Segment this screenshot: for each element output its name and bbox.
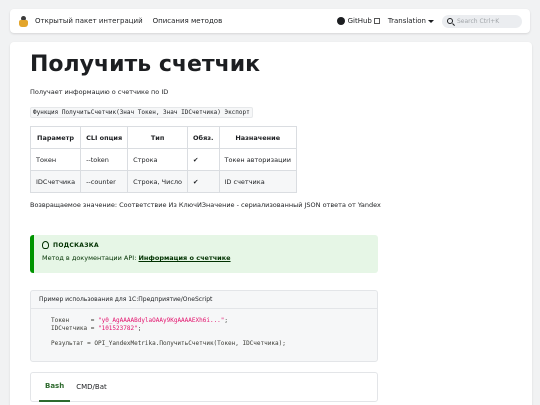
table-header: Параметр: [29, 126, 82, 149]
table-cell: Токен авторизации: [218, 148, 297, 171]
tip-label: ПОДСКАЗКА: [53, 241, 99, 249]
tab-bash[interactable]: Bash: [39, 372, 71, 402]
table-cell: Токен: [29, 148, 82, 171]
logo-icon[interactable]: [18, 15, 29, 27]
lightbulb-icon: [42, 241, 49, 249]
parameters-table: Параметр CLI опция Тип Обяз. Назначение …: [29, 126, 297, 193]
table-header: Обяз.: [187, 126, 220, 149]
check-icon: ✔: [187, 148, 220, 171]
external-link-icon: [373, 18, 380, 24]
tab-bar: Bash CMD/Bat: [30, 372, 378, 402]
code-line-4: Результат = OPI_YandexMetrika.ПолучитьСч…: [51, 339, 286, 347]
tip-admonition: ПОДСКАЗКА Метод в документации API: Инфо…: [30, 235, 378, 273]
table-row: Токен --token Строка ✔ Токен авторизации: [29, 148, 297, 171]
nav-link-methods[interactable]: Описания методов: [153, 17, 223, 25]
code-block-title: Пример использования для 1С:Предприятие/…: [31, 291, 377, 309]
table-row: IDСчетчика --counter Строка, Число ✔ ID …: [29, 170, 297, 193]
main-content: Получить счетчик Получает информацию о с…: [10, 42, 532, 405]
code-body[interactable]: Токен = "y0_AgAAAABdylaOAAy9KgAAAAEXh6i.…: [31, 309, 377, 355]
page-title: Получить счетчик: [30, 52, 261, 77]
table-header: Назначение: [218, 126, 297, 149]
code-line-2: IDСчетчика = "101523782";: [51, 324, 142, 332]
table-cell: Строка, Число: [127, 170, 189, 193]
search-placeholder: Search Ctrl+K: [457, 17, 500, 25]
tab-cmd-bat[interactable]: CMD/Bat: [70, 372, 113, 402]
code-block: Пример использования для 1С:Предприятие/…: [30, 290, 378, 362]
search-icon: [447, 18, 453, 24]
translation-dropdown[interactable]: Translation: [388, 17, 426, 25]
tip-text: Метод в документации API: Информация о с…: [42, 254, 370, 262]
table-cell: --counter: [80, 170, 129, 193]
github-icon[interactable]: [336, 17, 345, 25]
chevron-down-icon[interactable]: [428, 19, 434, 23]
search-input[interactable]: Search Ctrl+K: [442, 14, 522, 28]
tip-heading: ПОДСКАЗКА: [42, 241, 370, 249]
function-signature: Функция ПолучитьСчетчик(Знач Токен, Знач…: [30, 107, 253, 118]
table-cell: ID счетчика: [218, 170, 297, 193]
tip-prefix: Метод в документации API:: [42, 254, 139, 262]
table-cell: Строка: [127, 148, 189, 171]
table-cell: --token: [80, 148, 129, 171]
return-value-text: Возвращаемое значение: Соответствие Из К…: [30, 201, 381, 209]
table-cell: IDСчетчика: [29, 170, 82, 193]
code-line-1: Токен = "y0_AgAAAABdylaOAAy9KgAAAAEXh6i.…: [51, 317, 229, 324]
navbar: Открытый пакет интеграций Описания метод…: [10, 9, 530, 33]
check-icon: ✔: [187, 170, 220, 193]
github-link[interactable]: GitHub: [348, 17, 372, 25]
table-header-row: Параметр CLI опция Тип Обяз. Назначение: [29, 126, 297, 149]
api-docs-link[interactable]: Информация о счетчике: [138, 254, 230, 262]
table-header: Тип: [127, 126, 189, 149]
table-header: CLI опция: [80, 126, 129, 149]
nav-right: GitHub Translation Search Ctrl+K: [336, 14, 522, 28]
page-description: Получает информацию о счетчике по ID: [30, 88, 169, 96]
nav-link-integrations[interactable]: Открытый пакет интеграций: [35, 17, 143, 25]
